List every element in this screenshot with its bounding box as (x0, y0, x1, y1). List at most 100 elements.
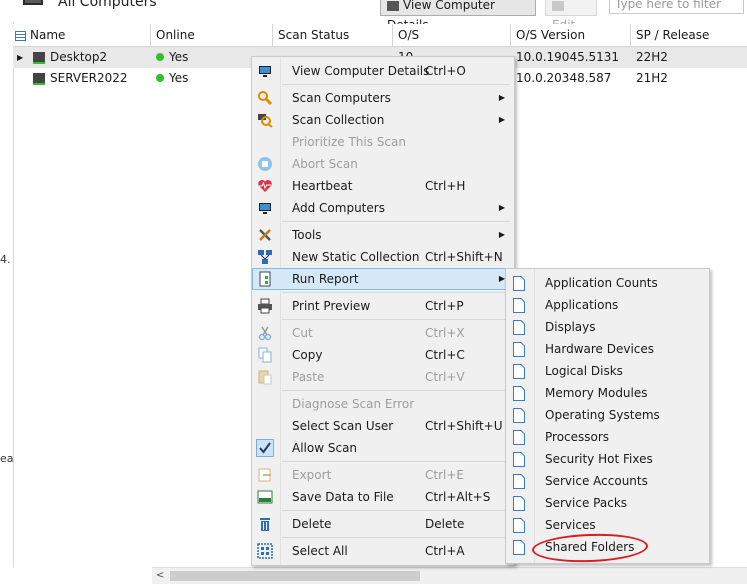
menu-separator (282, 221, 510, 222)
document-icon (513, 298, 525, 313)
document-icon (513, 386, 525, 401)
computer-name: SERVER2022 (50, 71, 128, 85)
column-header-online[interactable]: Online (151, 24, 273, 46)
menu-item-shortcut: Ctrl+E (425, 468, 464, 482)
menu-item-label: Run Report (292, 272, 359, 286)
menu-item-shortcut: Ctrl+Shift+U (425, 419, 503, 433)
online-value: Yes (169, 71, 189, 85)
scroll-thumb[interactable] (170, 571, 420, 581)
submenu-item-applications[interactable]: Applications (506, 294, 709, 316)
document-icon (513, 364, 525, 379)
menu-item-shortcut: Delete (425, 517, 465, 531)
view-computer-details-button[interactable]: View Computer Details (380, 0, 536, 32)
submenu-item-hardware-devices[interactable]: Hardware Devices (506, 338, 709, 360)
context-menu: View Computer Details Ctrl+O Scan Comput… (251, 56, 515, 566)
export-icon (258, 468, 271, 482)
edit-button[interactable]: Edit (545, 0, 597, 32)
online-value: Yes (169, 50, 189, 64)
column-header-scan-status[interactable]: Scan Status (273, 24, 393, 46)
scroll-left-icon[interactable]: < (156, 568, 164, 584)
menu-item-run-report[interactable]: Run Report ▶ (252, 268, 514, 290)
menu-item-shortcut: Ctrl+P (425, 299, 464, 313)
horizontal-scrollbar[interactable]: < (152, 567, 747, 584)
menu-item-shortcut: Ctrl+O (425, 64, 466, 78)
top-bar: All Computers View Computer Details Edit… (0, 0, 747, 32)
menu-item-allow-scan[interactable]: Allow Scan (252, 437, 514, 459)
menu-item-label: New Static Collection (292, 250, 420, 264)
document-icon (513, 474, 525, 489)
menu-item-export[interactable]: Export Ctrl+E (252, 464, 514, 486)
column-chooser-icon[interactable] (15, 30, 26, 41)
csv-icon (257, 490, 273, 504)
name-cell: Desktop2 (27, 47, 157, 68)
column-header-os[interactable]: O/S (393, 24, 511, 46)
submenu-item-label: Memory Modules (545, 386, 648, 400)
menu-item-shortcut: Ctrl+V (425, 370, 465, 384)
menu-item-scan-collection[interactable]: Scan Collection ▶ (252, 109, 514, 131)
menu-item-label: Tools (292, 228, 322, 242)
menu-item-save-data-to-file[interactable]: Save Data to File Ctrl+Alt+S (252, 486, 514, 508)
menu-item-paste[interactable]: Paste Ctrl+V (252, 366, 514, 388)
menu-separator (282, 537, 510, 538)
left-panel-strip: 4. ea (0, 22, 14, 567)
submenu-item-label: Operating Systems (545, 408, 660, 422)
server-icon (33, 72, 45, 85)
menu-item-shortcut: Ctrl+A (425, 544, 465, 558)
page-title: All Computers (58, 0, 157, 10)
submenu-arrow-icon: ▶ (498, 93, 505, 102)
computer-name: Desktop2 (50, 50, 108, 64)
run-report-submenu: Application Counts Applications Displays… (505, 268, 710, 564)
menu-item-cut[interactable]: Cut Ctrl+X (252, 322, 514, 344)
submenu-item-label: Application Counts (545, 276, 658, 290)
submenu-item-operating-systems[interactable]: Operating Systems (506, 404, 709, 426)
menu-item-label: Select Scan User (292, 419, 394, 433)
submenu-item-application-counts[interactable]: Application Counts (506, 272, 709, 294)
menu-item-heartbeat[interactable]: Heartbeat Ctrl+H (252, 175, 514, 197)
menu-item-add-computers[interactable]: Add Computers ▶ (252, 197, 514, 219)
submenu-item-service-packs[interactable]: Service Packs (506, 492, 709, 514)
truncated-text: ea (0, 452, 14, 465)
menu-item-label: Allow Scan (292, 441, 358, 455)
submenu-item-memory-modules[interactable]: Memory Modules (506, 382, 709, 404)
online-cell: Yes (151, 47, 266, 68)
submenu-item-displays[interactable]: Displays (506, 316, 709, 338)
scan-collection-icon (258, 114, 273, 128)
add-computer-icon (259, 203, 271, 214)
menu-item-tools[interactable]: Tools ▶ (252, 224, 514, 246)
column-header-sp-release[interactable]: SP / Release (631, 24, 747, 46)
submenu-item-services[interactable]: Services (506, 514, 709, 536)
menu-item-shortcut: Ctrl+C (425, 348, 465, 362)
menu-item-diagnose-scan-error[interactable]: Diagnose Scan Error (252, 393, 514, 415)
menu-item-shortcut: Ctrl+H (425, 179, 466, 193)
submenu-item-processors[interactable]: Processors (506, 426, 709, 448)
document-icon (513, 408, 525, 423)
report-icon (259, 271, 271, 287)
menu-item-label: Copy (292, 348, 323, 362)
menu-item-select-all[interactable]: Select All Ctrl+A (252, 540, 514, 562)
select-all-icon (257, 543, 273, 559)
document-icon (513, 276, 525, 291)
menu-separator (282, 510, 510, 511)
submenu-item-label: Processors (545, 430, 610, 444)
submenu-item-service-accounts[interactable]: Service Accounts (506, 470, 709, 492)
os-version-cell: 10.0.19045.5131 (516, 50, 620, 64)
document-icon (513, 452, 525, 467)
submenu-item-label: Service Packs (545, 496, 628, 510)
menu-item-abort-scan[interactable]: Abort Scan (252, 153, 514, 175)
menu-item-select-scan-user[interactable]: Select Scan User Ctrl+Shift+U (252, 415, 514, 437)
menu-item-new-static-collection[interactable]: New Static Collection Ctrl+Shift+N (252, 246, 514, 268)
menu-item-delete[interactable]: Delete Delete (252, 513, 514, 535)
menu-item-prioritize-this-scan[interactable]: Prioritize This Scan (252, 131, 514, 153)
menu-item-print-preview[interactable]: Print Preview Ctrl+P (252, 295, 514, 317)
menu-item-copy[interactable]: Copy Ctrl+C (252, 344, 514, 366)
copy-icon (258, 347, 272, 363)
menu-item-view-computer-details[interactable]: View Computer Details Ctrl+O (252, 60, 514, 82)
submenu-item-logical-disks[interactable]: Logical Disks (506, 360, 709, 382)
submenu-item-label: Hardware Devices (545, 342, 655, 356)
submenu-item-security-hot-fixes[interactable]: Security Hot Fixes (506, 448, 709, 470)
monitor-icon (259, 66, 271, 77)
column-header-name[interactable]: Name (13, 24, 151, 46)
filter-input[interactable]: Type here to filter (609, 0, 744, 14)
menu-item-scan-computers[interactable]: Scan Computers ▶ (252, 87, 514, 109)
column-header-os-version[interactable]: O/S Version (511, 24, 631, 46)
